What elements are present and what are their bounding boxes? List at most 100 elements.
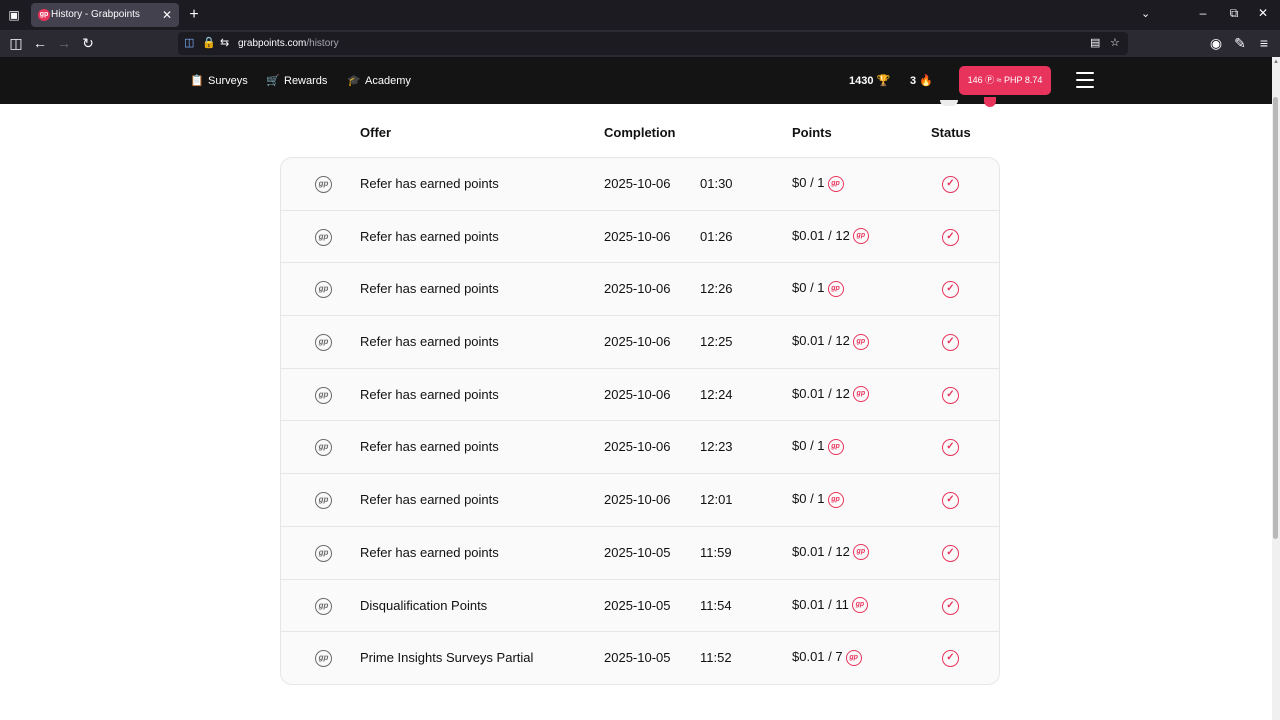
status-check-icon: ✓ bbox=[942, 650, 959, 668]
reload-icon[interactable]: ↻ bbox=[80, 35, 96, 51]
points-cell: $0.01 / 12 gp bbox=[792, 228, 869, 245]
sidebar-toggle-icon[interactable]: ◫ bbox=[8, 35, 24, 51]
tab-close-icon[interactable]: ✕ bbox=[162, 7, 172, 23]
column-header-offer: Offer bbox=[360, 125, 392, 140]
gp-coin-icon: gp bbox=[852, 544, 869, 561]
browser-tabstrip: ▣ gp History - Grabpoints ✕ + ⌄ – ⧉ ✕ bbox=[0, 0, 1280, 30]
page-scrollbar[interactable]: ▲ bbox=[1272, 57, 1280, 720]
grabpoints-logo-icon: gp bbox=[315, 492, 332, 510]
completion-time: 12:01 bbox=[700, 492, 733, 508]
table-row: gp Refer has earned points 2025-10-06 12… bbox=[281, 316, 999, 369]
table-row: gp Refer has earned points 2025-10-05 11… bbox=[281, 527, 999, 580]
app-menu-icon[interactable]: ≡ bbox=[1256, 35, 1272, 51]
offer-name: Refer has earned points bbox=[360, 386, 499, 402]
address-bar[interactable]: ◫ 🔒 ⇆ grabpoints.com/history ▤ ☆ bbox=[178, 32, 1128, 55]
url-path: /history bbox=[306, 38, 339, 49]
status-check-icon: ✓ bbox=[942, 597, 959, 615]
status-check-icon: ✓ bbox=[942, 439, 959, 457]
offer-name: Refer has earned points bbox=[360, 176, 499, 191]
grabpoints-logo-icon: gp bbox=[315, 281, 332, 299]
completion-date: 2025-10-06 bbox=[604, 228, 671, 244]
grabpoints-logo-icon: gp bbox=[315, 176, 332, 193]
scrolled-button-peek bbox=[984, 97, 996, 107]
forward-arrow-icon[interactable]: → bbox=[56, 35, 72, 51]
points-value: $0.01 / 12 bbox=[792, 227, 850, 243]
points-cell: $0.01 / 7 gp bbox=[792, 649, 862, 666]
streak-stat[interactable]: 3 🔥 bbox=[910, 73, 933, 89]
close-window-icon[interactable]: ✕ bbox=[1253, 6, 1273, 20]
offer-name: Refer has earned points bbox=[360, 228, 499, 244]
tabs-dropdown-chevron-icon[interactable]: ⌄ bbox=[1141, 7, 1150, 20]
status-check-icon: ✓ bbox=[942, 228, 959, 246]
minimize-window-icon[interactable]: – bbox=[1193, 6, 1213, 20]
scroll-up-arrow-icon[interactable]: ▲ bbox=[1273, 59, 1279, 65]
points-cell: $0 / 1 gp bbox=[792, 438, 844, 455]
browser-tab-active[interactable]: gp History - Grabpoints ✕ bbox=[31, 3, 179, 27]
table-row: gp Disqualification Points 2025-10-05 11… bbox=[281, 580, 999, 633]
completion-date: 2025-10-05 bbox=[604, 597, 671, 613]
nav-academy[interactable]: 🎓 Academy bbox=[347, 73, 411, 89]
completion-time: 11:54 bbox=[700, 597, 732, 613]
status-check-icon: ✓ bbox=[942, 386, 959, 404]
gp-coin-icon: gp bbox=[827, 175, 844, 192]
gp-coin-icon: gp bbox=[827, 439, 844, 455]
grabpoints-logo-icon: gp bbox=[315, 650, 332, 668]
points-value: $0.01 / 12 bbox=[792, 543, 850, 559]
url-text: grabpoints.com/history bbox=[238, 37, 339, 50]
table-row: gp Refer has earned points 2025-10-06 12… bbox=[281, 474, 999, 527]
grabpoints-logo-icon: gp bbox=[315, 228, 332, 246]
scrollbar-thumb[interactable] bbox=[1273, 97, 1278, 539]
completion-time: 12:25 bbox=[700, 334, 733, 350]
table-row: gp Refer has earned points 2025-10-06 12… bbox=[281, 369, 999, 422]
offer-name: Refer has earned points bbox=[360, 544, 499, 560]
table-row: gp Prime Insights Surveys Partial 2025-1… bbox=[281, 632, 999, 684]
grabpoints-favicon-icon: gp bbox=[38, 9, 50, 21]
trophy-icon: 🏆 bbox=[876, 75, 891, 87]
nav-rewards[interactable]: 🛒 Rewards bbox=[266, 73, 327, 89]
points-cell: $0.01 / 12 gp bbox=[792, 544, 869, 561]
points-value: $0.01 / 12 bbox=[792, 385, 850, 401]
completion-time: 01:26 bbox=[700, 228, 733, 244]
completion-time: 12:24 bbox=[700, 386, 733, 402]
nav-surveys-label: Surveys bbox=[208, 75, 248, 87]
permissions-icon[interactable]: ⇆ bbox=[220, 36, 229, 50]
points-value: $0 / 1 bbox=[792, 438, 825, 454]
extensions-puzzle-icon[interactable]: ✎ bbox=[1232, 35, 1248, 51]
gp-coin-icon: gp bbox=[852, 228, 869, 245]
completion-date: 2025-10-06 bbox=[604, 334, 671, 350]
completion-date: 2025-10-06 bbox=[604, 176, 671, 191]
status-check-icon: ✓ bbox=[942, 492, 959, 510]
column-header-points: Points bbox=[792, 125, 832, 140]
restore-window-icon[interactable]: ⧉ bbox=[1224, 6, 1244, 21]
completion-time: 01:30 bbox=[700, 176, 733, 191]
points-stat[interactable]: 1430 🏆 bbox=[849, 73, 890, 89]
table-row: gp Refer has earned points 2025-10-06 01… bbox=[281, 158, 999, 211]
points-cell: $0 / 1 gp bbox=[792, 175, 844, 192]
tab-list-icon[interactable]: ▣ bbox=[6, 7, 22, 23]
nav-academy-label: Academy bbox=[365, 75, 411, 87]
new-tab-plus-icon[interactable]: + bbox=[186, 6, 202, 24]
points-value: $0 / 1 bbox=[792, 175, 825, 190]
fire-icon: 🔥 bbox=[919, 75, 933, 87]
back-arrow-icon[interactable]: ← bbox=[32, 35, 48, 51]
grabpoints-logo-icon: gp bbox=[315, 544, 332, 562]
balance-button[interactable]: 146 Ⓟ ≈ PHP 8.74 bbox=[959, 66, 1051, 95]
tab-title: History - Grabpoints bbox=[51, 9, 140, 20]
shield-icon[interactable]: ◫ bbox=[184, 36, 194, 50]
completion-date: 2025-10-06 bbox=[604, 439, 671, 455]
bookmark-star-icon[interactable]: ☆ bbox=[1110, 36, 1120, 50]
reader-view-icon[interactable]: ▤ bbox=[1090, 36, 1100, 50]
nav-surveys[interactable]: 📋 Surveys bbox=[190, 73, 248, 89]
completion-time: 12:26 bbox=[700, 281, 733, 297]
completion-time: 11:59 bbox=[700, 544, 732, 560]
offer-name: Prime Insights Surveys Partial bbox=[360, 650, 534, 666]
clipboard-icon: 📋 bbox=[190, 75, 204, 87]
completion-date: 2025-10-06 bbox=[604, 386, 671, 402]
account-icon[interactable]: ◉ bbox=[1208, 35, 1224, 51]
grabpoints-logo-icon: gp bbox=[315, 334, 332, 352]
site-header: 📋 Surveys 🛒 Rewards 🎓 Academy 1430 🏆 3 🔥 14… bbox=[0, 57, 1272, 104]
offer-name: Disqualification Points bbox=[360, 597, 488, 613]
history-table: gp Refer has earned points 2025-10-06 01… bbox=[280, 157, 1000, 685]
lock-icon[interactable]: 🔒 bbox=[202, 36, 216, 50]
hamburger-menu-icon[interactable] bbox=[1076, 72, 1094, 88]
